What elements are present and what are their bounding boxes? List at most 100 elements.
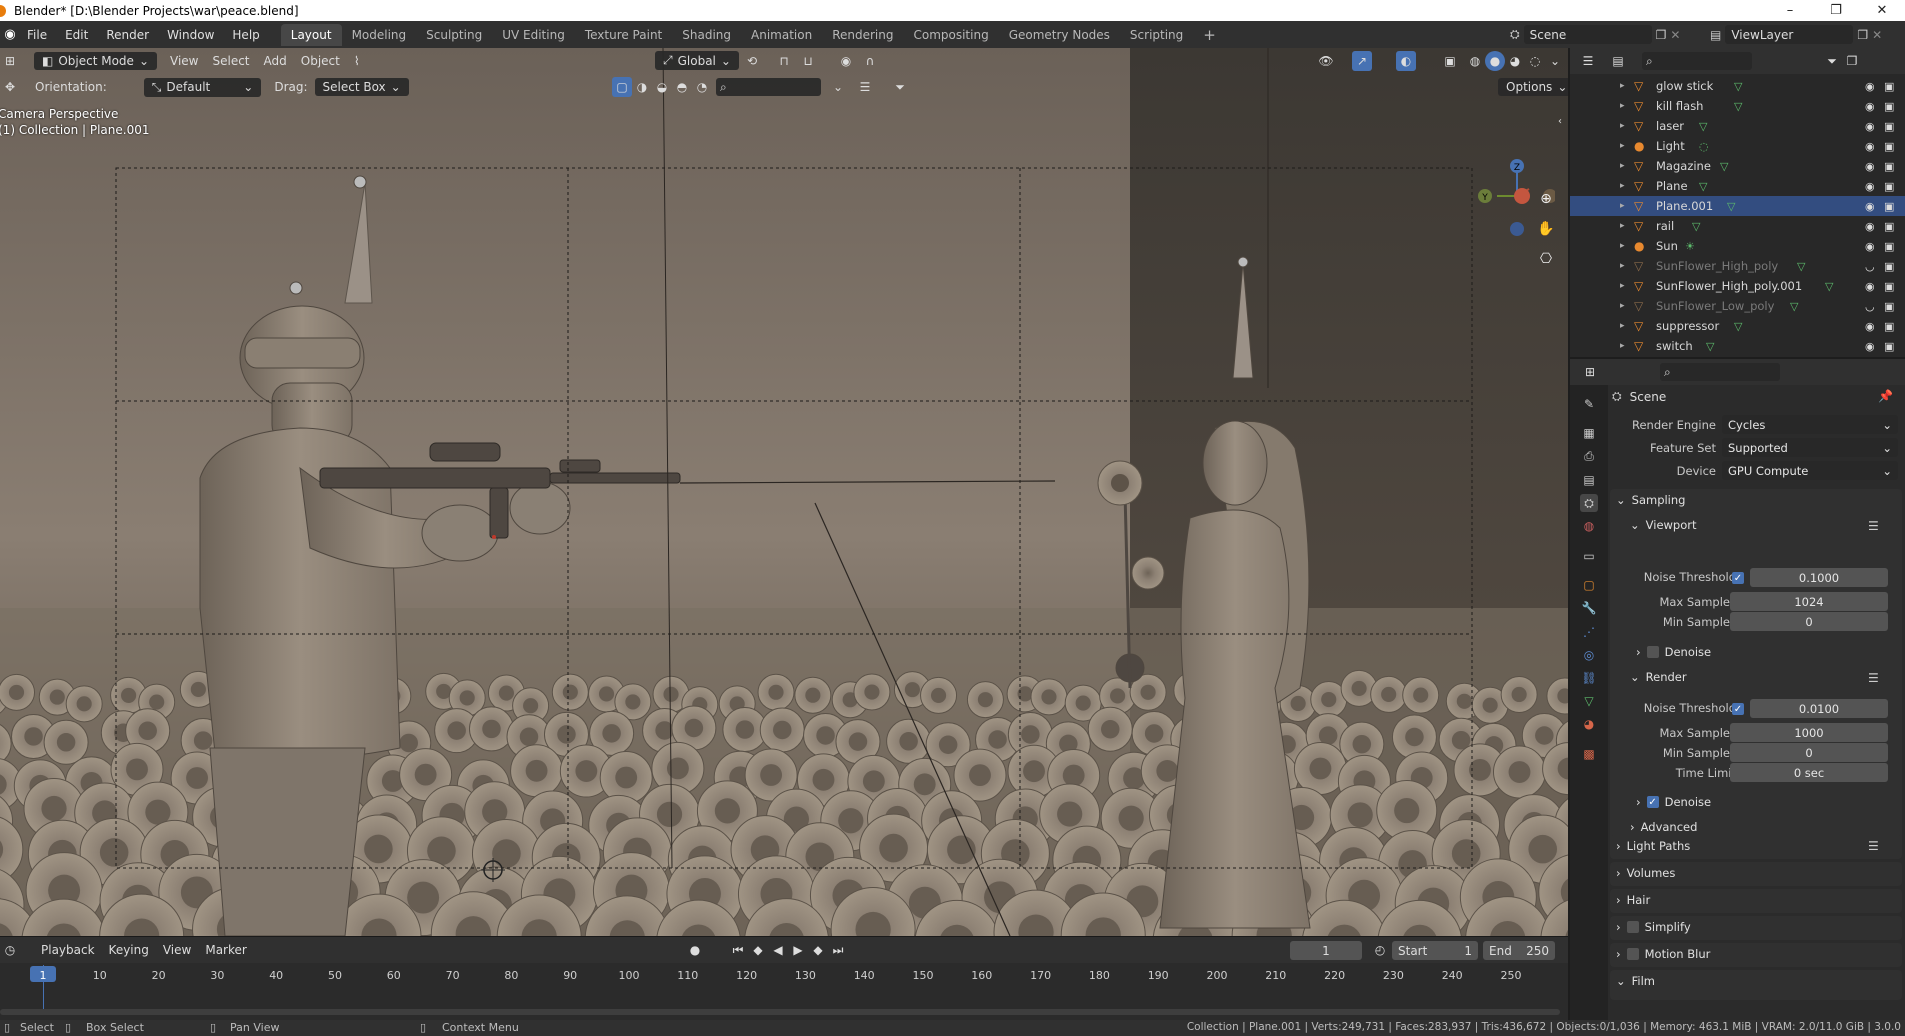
tab-shading[interactable]: Shading (672, 24, 741, 46)
visibility-eye-icon[interactable]: ◉ (1865, 160, 1875, 173)
expand-arrow-icon[interactable]: ▸ (1620, 201, 1625, 211)
tab-layout[interactable]: Layout (280, 23, 342, 46)
move-tool-icon[interactable]: ✥ (0, 77, 20, 97)
visibility-eye-icon[interactable]: ◉ (1865, 340, 1875, 353)
mesh-data-icon[interactable]: ▽ (1699, 180, 1707, 193)
render-camera-icon[interactable]: ▣ (1884, 220, 1894, 233)
select-invert-icon[interactable]: ◓ (672, 77, 692, 97)
mesh-data-icon[interactable]: ▽ (1706, 340, 1714, 353)
mesh-data-icon[interactable]: ▽ (1720, 160, 1728, 173)
presets-list-icon[interactable]: ☰ (1868, 519, 1879, 533)
hair-panel[interactable] (1610, 889, 1902, 913)
expand-arrow-icon[interactable]: ▸ (1620, 301, 1625, 311)
camera-view-icon[interactable]: ⎔ (1536, 249, 1556, 269)
menu-view[interactable]: View (163, 52, 205, 70)
outliner-row[interactable]: ▸ ▽ Magazine ▽ ◉ ▣ (1570, 156, 1905, 176)
funnel-filter-icon[interactable]: ⏷ (890, 77, 910, 97)
select-extend-icon[interactable]: ◑ (632, 77, 652, 97)
menu-add[interactable]: Add (257, 52, 294, 70)
menu-render[interactable]: Render (97, 28, 158, 42)
motion-blur-header[interactable]: › Motion Blur (1616, 947, 1710, 961)
render-subpanel-header[interactable]: ⌄ Render (1630, 670, 1687, 684)
outliner-row[interactable]: ▸ ▽ glow stick ▽ ◉ ▣ (1570, 76, 1905, 96)
pivot-point-icon[interactable]: ⟲ (742, 51, 762, 71)
new-collection-icon[interactable]: ❐ (1842, 51, 1862, 71)
view-layer-tab-icon[interactable]: ▤ (1580, 471, 1598, 489)
visibility-eye-icon[interactable]: ◉ (1865, 200, 1875, 213)
motion-blur-checkbox[interactable] (1626, 948, 1639, 960)
vp-denoise-header[interactable]: › Denoise (1636, 645, 1711, 659)
mesh-data-icon[interactable]: ▽ (1734, 100, 1742, 113)
visibility-eye-icon[interactable]: ◉ (1865, 140, 1875, 153)
outliner-row[interactable]: ▸ ▽ SunFlower_Low_poly ▽ ◡ ▣ (1570, 296, 1905, 316)
tab-geometry-nodes[interactable]: Geometry Nodes (999, 24, 1120, 46)
r-denoise-checkbox[interactable]: ✓ (1646, 796, 1659, 808)
tab-animation[interactable]: Animation (741, 24, 822, 46)
render-camera-icon[interactable]: ▣ (1884, 80, 1894, 93)
transform-orientation-dropdown[interactable]: ⤢ Global ⌄ (655, 51, 739, 70)
vp-max-samples-field[interactable]: 1024 (1730, 592, 1888, 611)
expand-arrow-icon[interactable]: ▸ (1620, 121, 1625, 131)
visibility-eye-icon[interactable]: ◉ (1865, 280, 1875, 293)
tool-tab-icon[interactable]: ✎ (1580, 395, 1598, 413)
tab-rendering[interactable]: Rendering (822, 24, 903, 46)
options-dropdown[interactable]: Options ⌄ (1498, 78, 1568, 96)
outliner-row[interactable]: ▸ ▽ laser ▽ ◉ ▣ (1570, 116, 1905, 136)
light-paths-header[interactable]: › Light Paths (1616, 839, 1690, 853)
light-data-icon[interactable]: ☀ (1685, 240, 1695, 253)
hair-header[interactable]: › Hair (1616, 893, 1650, 907)
light-data-icon[interactable]: ◌ (1699, 140, 1709, 153)
tab-modeling[interactable]: Modeling (342, 24, 417, 46)
r-noise-threshold-field[interactable]: 0.0100 (1750, 699, 1888, 718)
render-tab-icon[interactable]: ▦ (1580, 424, 1598, 442)
modifier-tab-icon[interactable]: 🔧 (1580, 599, 1598, 617)
outliner-row[interactable]: ▸ ▽ SunFlower_High_poly.001 ▽ ◉ ▣ (1570, 276, 1905, 296)
timeline-scrollbar[interactable] (0, 1009, 1560, 1015)
outliner-row[interactable]: ▸ ▽ switch ▽ ◉ ▣ (1570, 336, 1905, 356)
pan-hand-icon[interactable]: ✋ (1536, 219, 1556, 239)
tab-texture-paint[interactable]: Texture Paint (575, 24, 672, 46)
material-shading-icon[interactable]: ◕ (1505, 51, 1525, 71)
mesh-data-icon[interactable]: ▽ (1825, 280, 1833, 293)
light-paths-presets-icon[interactable]: ☰ (1868, 839, 1879, 853)
properties-editor[interactable]: ⊞ ⌕ ✎ ▦ ⎙ ▤ ⛭ ◍ ▭ ▢ 🔧 ⋰ ◎ ⛓ ▽ ◕ ▩ ⛭ Scen… (1570, 359, 1905, 1020)
shading-options-icon[interactable]: ⌄ (1545, 51, 1565, 71)
data-tab-icon[interactable]: ▽ (1580, 692, 1598, 710)
close-button[interactable]: ✕ (1859, 0, 1905, 21)
vp-noise-threshold-field[interactable]: 0.1000 (1750, 568, 1888, 587)
sampling-header[interactable]: ⌄ Sampling (1616, 493, 1685, 507)
minimize-button[interactable]: – (1767, 0, 1813, 21)
mesh-data-icon[interactable]: ▽ (1692, 220, 1700, 233)
object-tab-icon[interactable]: ▢ (1580, 576, 1598, 594)
menu-file[interactable]: File (18, 28, 56, 42)
render-camera-icon[interactable]: ▣ (1884, 260, 1894, 273)
mesh-data-icon[interactable]: ▽ (1797, 260, 1805, 273)
outliner-row[interactable]: ▸ ▽ kill flash ▽ ◉ ▣ (1570, 96, 1905, 116)
expand-arrow-icon[interactable]: ▸ (1620, 321, 1625, 331)
outliner-row[interactable]: ▸ ▽ SunFlower_High_poly ▽ ◡ ▣ (1570, 256, 1905, 276)
particles-tab-icon[interactable]: ⋰ (1580, 623, 1598, 641)
vp-denoise-checkbox[interactable] (1646, 646, 1659, 658)
overlay-toggle-icon[interactable]: ◐ (1396, 51, 1416, 71)
scene-field[interactable]: Scene (1523, 25, 1652, 44)
solid-shading-icon[interactable]: ● (1485, 51, 1505, 71)
outliner-row[interactable]: ▸ ▽ Plane ▽ ◉ ▣ (1570, 176, 1905, 196)
mesh-data-icon[interactable]: ▽ (1699, 120, 1707, 133)
material-tab-icon[interactable]: ◕ (1580, 715, 1598, 733)
volumes-header[interactable]: › Volumes (1616, 866, 1675, 880)
r-noise-threshold-checkbox[interactable]: ✓ (1732, 703, 1744, 715)
visibility-eye-icon[interactable]: ◉ (1865, 320, 1875, 333)
menu-help[interactable]: Help (223, 28, 268, 42)
visibility-eye-icon[interactable]: ◉ (1865, 80, 1875, 93)
add-workspace-button[interactable]: + (1193, 22, 1226, 48)
viewport-subpanel-header[interactable]: ⌄ Viewport (1630, 518, 1697, 532)
3d-viewport[interactable]: ⊞ ◧ Object Mode ⌄ View Select Add Object ⌇… (0, 48, 1568, 936)
maximize-button[interactable]: ❐ (1813, 0, 1859, 21)
editor-type-icon[interactable]: ⊞ (0, 51, 20, 71)
world-tab-icon[interactable]: ◍ (1580, 517, 1598, 535)
render-camera-icon[interactable]: ▣ (1884, 100, 1894, 113)
wireframe-shading-icon[interactable]: ◍ (1465, 51, 1485, 71)
gizmo-toggle-icon[interactable]: ↗ (1352, 51, 1372, 71)
outliner-row[interactable]: ▸ ▽ Plane.001 ▽ ◉ ▣ (1570, 196, 1905, 216)
delete-scene-icon[interactable]: ✕ (1670, 28, 1680, 42)
